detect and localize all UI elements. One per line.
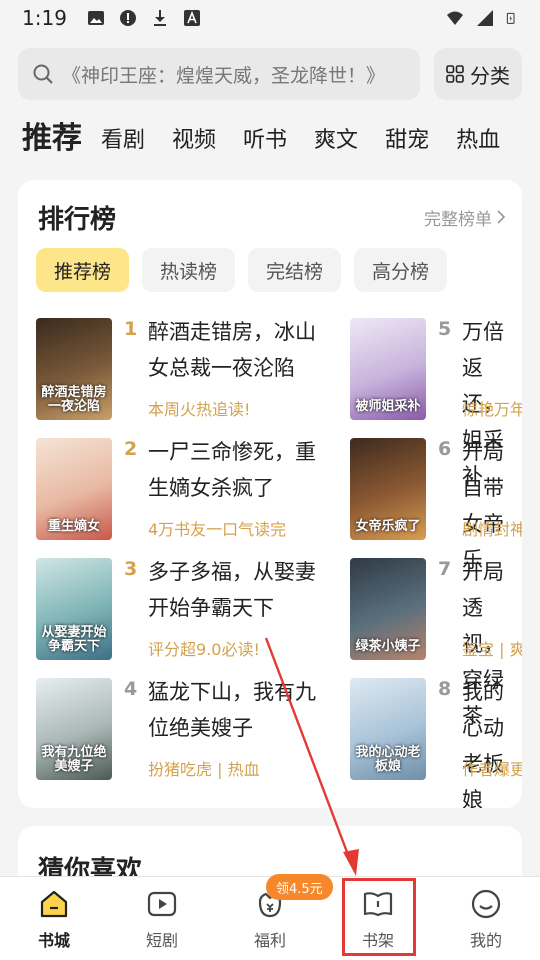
book-tag: 作者爆更	[462, 760, 522, 779]
ranking-title: 排行榜	[38, 204, 117, 235]
tab-drama[interactable]: 看剧	[101, 122, 145, 164]
tab-satisfying[interactable]: 爽文	[314, 122, 358, 164]
book-item[interactable]: 我的心动老板娘 8 我的心动老板娘 作者爆更	[350, 678, 522, 808]
book-cover: 我的心动老板娘	[350, 678, 426, 780]
ranking-tab-hot-read[interactable]: 热读榜	[142, 248, 236, 292]
font-notification-icon	[183, 10, 200, 26]
cover-title: 女帝乐疯了	[355, 519, 421, 534]
book-tag: 评分超9.0必读!	[148, 640, 260, 659]
rank-number: 4	[124, 678, 138, 700]
nav-short-drama[interactable]: 短剧	[122, 887, 202, 955]
search-placeholder: 《神印王座：煌煌天威，圣龙降世！》	[62, 64, 386, 87]
ranking-tabs: 推荐榜 热读榜 完结榜 高分榜	[36, 248, 448, 292]
nav-mine[interactable]: 我的	[446, 887, 526, 955]
book-cover: 重生嫡女	[36, 438, 112, 540]
cover-title: 从娶妻开始争霸天下	[41, 625, 107, 654]
cover-title: 我有九位绝美嫂子	[41, 745, 107, 774]
cover-title: 绿茶小姨子	[355, 639, 421, 654]
book-title: 猛龙下山，我有九位绝美嫂子	[148, 680, 316, 740]
nav-label: 书架	[361, 931, 394, 950]
book-item[interactable]: 醉酒走错房一夜沦陷 1 醉酒走错房，冰山女总裁一夜沦陷 本周火热追读!	[36, 318, 356, 422]
full-ranking-label: 完整榜单	[424, 209, 492, 230]
book-item[interactable]: 被师姐采补 5 万倍返还，姐采补 惊艳万年	[350, 318, 522, 488]
cover-title: 被师姐采补	[355, 399, 421, 414]
ranking-tab-recommend[interactable]: 推荐榜	[36, 248, 130, 292]
tab-sweet[interactable]: 甜宠	[385, 122, 429, 164]
book-cover: 我有九位绝美嫂子	[36, 678, 112, 780]
book-cover: 被师姐采补	[350, 318, 426, 420]
grid-icon	[446, 65, 464, 83]
wifi-icon	[447, 11, 463, 25]
category-button[interactable]: 分类	[434, 48, 522, 100]
bookshelf-icon	[361, 887, 395, 921]
alert-notification-icon	[119, 10, 136, 26]
profile-icon	[469, 887, 503, 921]
cover-title: 重生嫡女	[47, 519, 100, 534]
cover-title: 醉酒走错房一夜沦陷	[41, 385, 107, 414]
book-cover: 醉酒走错房一夜沦陷	[36, 318, 112, 420]
ranking-tab-high-score[interactable]: 高分榜	[354, 248, 448, 292]
play-icon	[145, 887, 179, 921]
book-tag: 鉴宝 | 爽	[462, 640, 522, 659]
search-icon	[33, 64, 53, 84]
rank-number: 6	[438, 438, 452, 460]
book-item[interactable]: 重生嫡女 2 一尸三命惨死，重生嫡女杀疯了 4万书友一口气读完	[36, 438, 356, 542]
rank-number: 2	[124, 438, 138, 460]
nav-bookstore[interactable]: 书城	[14, 887, 94, 955]
full-ranking-link[interactable]: 完整榜单	[424, 205, 506, 230]
book-item[interactable]: 女帝乐疯了 6 开局自带女帝乐 剧情封神	[350, 438, 522, 572]
book-cover: 绿茶小姨子	[350, 558, 426, 660]
cover-title: 我的心动老板娘	[355, 745, 421, 774]
rank-number: 1	[124, 318, 138, 340]
welfare-badge[interactable]: 领4.5元	[266, 874, 333, 900]
nav-label: 短剧	[145, 931, 178, 950]
tab-audiobook[interactable]: 听书	[243, 122, 287, 164]
ranking-card: 排行榜 完整榜单 推荐榜 热读榜 完结榜 高分榜 醉酒走错房一夜沦陷 1 醉酒走…	[18, 180, 522, 808]
status-time: 1:19	[22, 6, 67, 30]
tab-video[interactable]: 视频	[172, 122, 216, 164]
tab-hot-blood[interactable]: 热血	[456, 122, 500, 164]
nav-bookshelf[interactable]: 书架	[338, 887, 418, 955]
tab-recommend[interactable]: 推荐	[22, 116, 82, 164]
battery-icon	[506, 12, 515, 24]
book-cover: 从娶妻开始争霸天下	[36, 558, 112, 660]
ranking-header: 排行榜 完整榜单	[38, 200, 506, 235]
book-item[interactable]: 绿茶小姨子 7 开局透视，穿绿茶 鉴宝 | 爽	[350, 558, 522, 728]
book-cover: 女帝乐疯了	[350, 438, 426, 540]
book-item[interactable]: 从娶妻开始争霸天下 3 多子多福，从娶妻开始争霸天下 评分超9.0必读!	[36, 558, 356, 662]
ranking-tab-completed[interactable]: 完结榜	[248, 248, 342, 292]
search-row: 《神印王座：煌煌天威，圣龙降世！》 分类	[18, 48, 522, 100]
status-bar: 1:19	[0, 0, 540, 36]
rank-number: 7	[438, 558, 452, 580]
book-title: 一尸三命惨死，重生嫡女杀疯了	[148, 440, 316, 500]
category-label: 分类	[470, 63, 510, 88]
download-icon	[153, 10, 166, 26]
rank-number: 5	[438, 318, 452, 340]
book-title: 醉酒走错房，冰山女总裁一夜沦陷	[148, 320, 316, 380]
book-item[interactable]: 我有九位绝美嫂子 4 猛龙下山，我有九位绝美嫂子 扮猪吃虎 | 热血	[36, 678, 356, 782]
nav-label: 福利	[253, 931, 286, 950]
book-tag: 剧情封神	[462, 520, 522, 539]
image-notification-icon	[87, 11, 104, 25]
book-tag: 扮猪吃虎 | 热血	[148, 760, 260, 779]
nav-label: 我的	[469, 931, 502, 950]
book-tag: 惊艳万年	[462, 400, 522, 419]
book-title: 多子多福，从娶妻开始争霸天下	[148, 560, 316, 620]
book-title: 我的心动老板娘	[462, 680, 504, 808]
rank-number: 3	[124, 558, 138, 580]
chevron-right-icon	[497, 210, 506, 224]
home-icon	[37, 887, 71, 921]
rank-number: 8	[438, 678, 452, 700]
nav-label: 书城	[37, 931, 70, 950]
search-input[interactable]: 《神印王座：煌煌天威，圣龙降世！》	[18, 48, 420, 100]
signal-icon	[477, 10, 493, 26]
category-tabs: 推荐 看剧 视频 听书 爽文 甜宠 热血	[22, 116, 540, 164]
book-tag: 4万书友一口气读完	[148, 520, 287, 539]
book-tag: 本周火热追读!	[148, 400, 251, 419]
